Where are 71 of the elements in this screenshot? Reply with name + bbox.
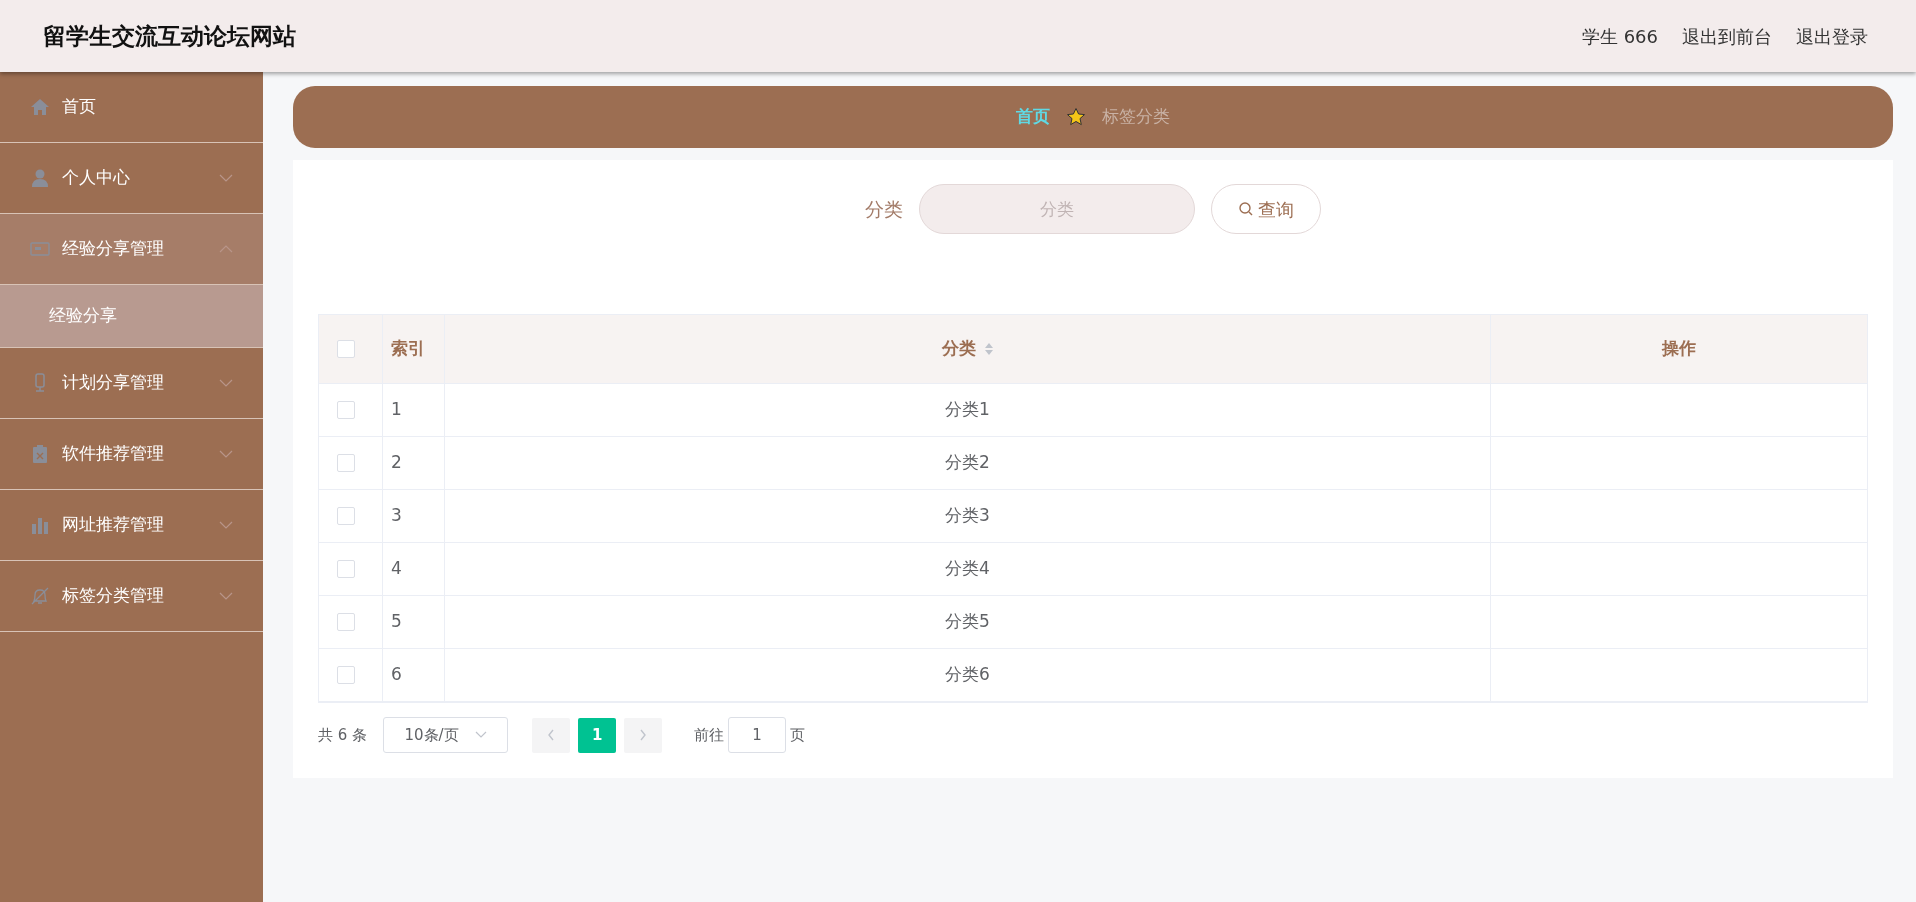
- table-cell-text: 6: [391, 663, 402, 687]
- table-cell-text: 1: [391, 398, 402, 422]
- table-cell-text: 分类5: [945, 610, 990, 634]
- table-cell-text: 分类3: [945, 504, 990, 528]
- goto-label: 前往: [694, 724, 725, 746]
- star-icon: [1066, 107, 1086, 127]
- card-icon: [30, 239, 50, 259]
- home-icon: [30, 97, 50, 117]
- next-page-button[interactable]: [624, 717, 663, 753]
- sidebar-subitem[interactable]: 经验分享: [0, 285, 263, 348]
- page-size-select[interactable]: 10条/页: [383, 717, 509, 753]
- search-button[interactable]: 查询: [1211, 184, 1321, 234]
- site-title: 留学生交流互动论坛网站: [43, 21, 296, 51]
- row-checkbox[interactable]: [337, 613, 355, 631]
- sidebar-item[interactable]: 经验分享管理: [0, 214, 263, 285]
- sidebar-item[interactable]: 首页: [0, 72, 263, 143]
- column-header[interactable]: 分类: [941, 336, 994, 362]
- sort-icon[interactable]: [983, 342, 994, 356]
- chevron-down-icon: [219, 591, 233, 601]
- sidebar-label: 标签分类管理: [62, 584, 164, 608]
- header-link[interactable]: 退出登录: [1796, 22, 1868, 50]
- sidebar-label: 首页: [62, 95, 96, 119]
- chevron-down-icon: [219, 378, 233, 388]
- table-cell-text: 分类4: [945, 557, 990, 581]
- chevron-down-icon: [219, 173, 233, 183]
- page-number[interactable]: 1: [578, 717, 617, 753]
- goto-suffix: 页: [790, 724, 806, 746]
- breadcrumb-link[interactable]: 首页: [1016, 104, 1050, 130]
- sidebar-label: 个人中心: [62, 166, 130, 190]
- chevron-up-icon: [219, 244, 233, 254]
- person-icon: [30, 168, 50, 188]
- bar-chart-icon: [30, 515, 50, 535]
- search-field[interactable]: 分类: [919, 184, 1195, 234]
- table-cell-text: 2: [391, 451, 402, 475]
- row-checkbox[interactable]: [337, 507, 355, 525]
- breadcrumb-current: 标签分类: [1102, 105, 1170, 129]
- bell-icon: [30, 586, 50, 606]
- clipboard-icon: [30, 444, 50, 464]
- sidebar-label: 软件推荐管理: [62, 442, 164, 466]
- sidebar-label: 经验分享管理: [62, 237, 164, 261]
- sidebar-item[interactable]: 软件推荐管理: [0, 419, 263, 490]
- row-checkbox[interactable]: [337, 454, 355, 472]
- previous-page-button[interactable]: [532, 717, 571, 753]
- goto-page-field[interactable]: 1: [728, 717, 787, 753]
- row-checkbox[interactable]: [337, 401, 355, 419]
- sidebar-item[interactable]: 计划分享管理: [0, 348, 263, 419]
- chevron-down-icon: [474, 731, 487, 739]
- header-link[interactable]: 退出到前台: [1682, 22, 1772, 50]
- column-header: 索引: [391, 337, 425, 361]
- row-checkbox[interactable]: [337, 560, 355, 578]
- row-checkbox[interactable]: [337, 666, 355, 684]
- table-cell-text: 分类2: [945, 451, 990, 475]
- search-label: 分类: [865, 196, 903, 222]
- column-header: 操作: [1662, 337, 1696, 361]
- table-cell-text: 4: [391, 557, 402, 581]
- chevron-right-icon: [639, 729, 648, 742]
- chevron-down-icon: [219, 449, 233, 459]
- total-count: 共 6 条: [318, 724, 368, 746]
- sidebar-item[interactable]: 网址推荐管理: [0, 490, 263, 561]
- sidebar-label: 网址推荐管理: [62, 513, 164, 537]
- sidebar-item[interactable]: 标签分类管理: [0, 561, 263, 632]
- chevron-down-icon: [219, 520, 233, 530]
- table-cell-text: 3: [391, 504, 402, 528]
- table-cell-text: 分类1: [945, 398, 990, 422]
- sidebar-label: 计划分享管理: [62, 371, 164, 395]
- search-icon: [1238, 201, 1254, 217]
- chevron-left-icon: [547, 729, 556, 742]
- header-link[interactable]: 学生 666: [1581, 22, 1658, 50]
- table-cell-text: 分类6: [945, 663, 990, 687]
- select-all-checkbox[interactable]: [337, 340, 355, 358]
- table-cell-text: 5: [391, 610, 402, 634]
